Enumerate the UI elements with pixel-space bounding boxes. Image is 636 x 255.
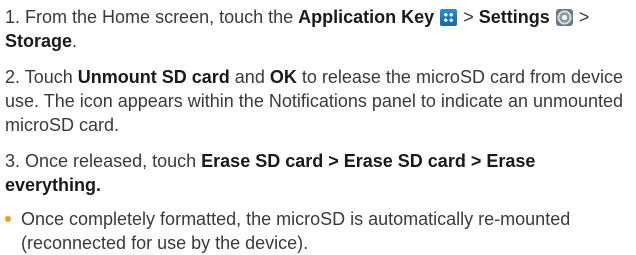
step-number: 2. xyxy=(5,67,21,87)
step-2: 2. Touch Unmount SD card and OK to relea… xyxy=(5,65,631,137)
step-number: 1. xyxy=(5,7,21,27)
note-bullet: Once completely formatted, the microSD i… xyxy=(5,207,631,255)
step-1: 1. From the Home screen, touch the Appli… xyxy=(5,5,631,53)
unmount-sd-card-label: Unmount SD card xyxy=(77,67,230,87)
ok-label: OK xyxy=(269,67,297,87)
storage-label: Storage xyxy=(5,31,73,51)
apps-grid-icon xyxy=(440,9,458,26)
step-2-text: 2. Touch Unmount SD card and OK to relea… xyxy=(5,67,624,135)
instructions-document: 1. From the Home screen, touch the Appli… xyxy=(5,5,631,255)
application-key-label: Application Key xyxy=(298,7,435,27)
bullet-dot xyxy=(5,216,11,222)
settings-gear-icon xyxy=(555,9,573,26)
settings-label: Settings xyxy=(478,7,550,27)
step-number: 3. xyxy=(5,151,21,171)
step-1-text: 1. From the Home screen, touch the Appli… xyxy=(5,7,590,51)
step-3: 3. Once released, touch Erase SD card > … xyxy=(5,149,631,197)
step-3-text: 3. Once released, touch Erase SD card > … xyxy=(5,151,536,195)
note-text: Once completely formatted, the microSD i… xyxy=(21,209,571,253)
